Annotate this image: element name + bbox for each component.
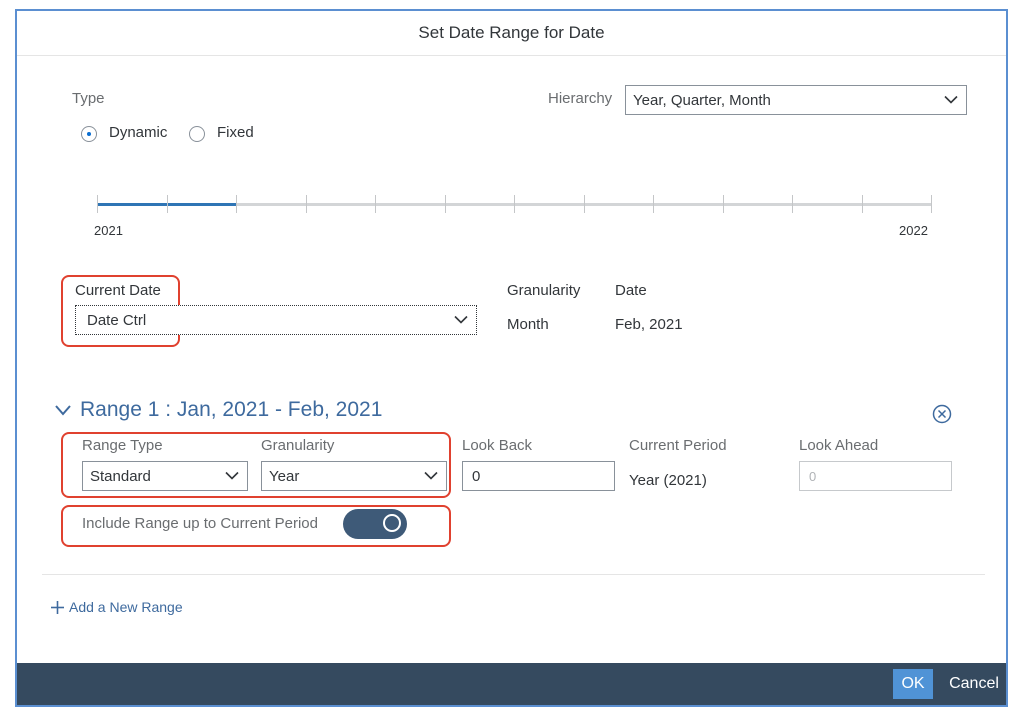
toggle-knob	[383, 514, 401, 532]
range-granularity-select[interactable]: Year	[261, 461, 447, 491]
current-period-value: Year (2021)	[629, 472, 707, 489]
radio-fixed[interactable]: Fixed	[189, 124, 289, 144]
timeline-tick	[445, 195, 446, 213]
info-granularity-label: Granularity	[507, 282, 581, 299]
radio-fixed-label: Fixed	[217, 124, 254, 141]
hierarchy-value: Year, Quarter, Month	[633, 91, 771, 109]
timeline-tick	[514, 195, 515, 213]
look-ahead-placeholder: 0	[809, 468, 817, 484]
chevron-down-icon	[225, 471, 239, 480]
range-granularity-label: Granularity	[261, 437, 335, 454]
timeline-tick	[723, 195, 724, 213]
look-back-value: 0	[472, 467, 481, 485]
radio-dynamic-circle[interactable]	[81, 126, 97, 142]
chevron-down-icon	[424, 471, 438, 480]
info-date-label: Date	[615, 282, 647, 299]
range-title: Range 1 : Jan, 2021 - Feb, 2021	[80, 398, 383, 421]
timeline-tick	[375, 195, 376, 213]
timeline-tick	[862, 195, 863, 213]
range-type-select[interactable]: Standard	[82, 461, 248, 491]
hierarchy-label: Hierarchy	[548, 90, 613, 107]
chevron-down-icon[interactable]	[55, 405, 71, 416]
timeline-tick	[584, 195, 585, 213]
range-type-label: Range Type	[82, 437, 163, 454]
look-back-label: Look Back	[462, 437, 533, 454]
info-granularity-value: Month	[507, 316, 549, 333]
timeline-end-label: 2022	[899, 223, 928, 238]
timeline-tick	[653, 195, 654, 213]
timeline-tick	[931, 195, 932, 213]
range-type-value: Standard	[90, 467, 151, 485]
current-period-label: Current Period	[629, 437, 727, 454]
radio-dynamic-label: Dynamic	[109, 124, 168, 141]
remove-range-icon[interactable]	[932, 404, 952, 424]
dialog-footer: OK Cancel	[17, 663, 1006, 705]
radio-dynamic[interactable]: Dynamic	[81, 124, 191, 144]
current-date-value: Date Ctrl	[87, 311, 147, 329]
plus-icon	[51, 601, 64, 614]
timeline-tick	[306, 195, 307, 213]
hierarchy-select[interactable]: Year, Quarter, Month	[625, 85, 967, 115]
info-date-value: Feb, 2021	[615, 316, 683, 333]
look-ahead-label: Look Ahead	[799, 437, 879, 454]
include-range-label: Include Range up to Current Period	[82, 515, 318, 532]
timeline-tick	[97, 195, 98, 213]
timeline-tick	[236, 195, 237, 213]
ok-button[interactable]: OK	[893, 669, 933, 699]
range-granularity-value: Year	[269, 467, 300, 485]
add-range-label: Add a New Range	[69, 599, 183, 615]
add-range-link[interactable]: Add a New Range	[51, 598, 211, 618]
chevron-down-icon	[944, 95, 958, 104]
current-date-label: Current Date	[75, 282, 161, 299]
dialog: Set Date Range for Date Type Dynamic Fix…	[15, 9, 1008, 707]
divider	[42, 574, 985, 575]
type-label: Type	[72, 90, 105, 107]
timeline-tick	[167, 195, 168, 213]
cancel-button[interactable]: Cancel	[945, 669, 1003, 699]
look-ahead-input[interactable]: 0	[799, 461, 952, 491]
include-range-toggle[interactable]	[343, 509, 407, 539]
chevron-down-icon	[454, 315, 468, 324]
current-date-select[interactable]: Date Ctrl	[75, 305, 477, 335]
look-back-input[interactable]: 0	[462, 461, 615, 491]
radio-fixed-circle[interactable]	[189, 126, 205, 142]
timeline-start-label: 2021	[94, 223, 123, 238]
dialog-title: Set Date Range for Date	[17, 11, 1006, 56]
timeline-tick	[792, 195, 793, 213]
